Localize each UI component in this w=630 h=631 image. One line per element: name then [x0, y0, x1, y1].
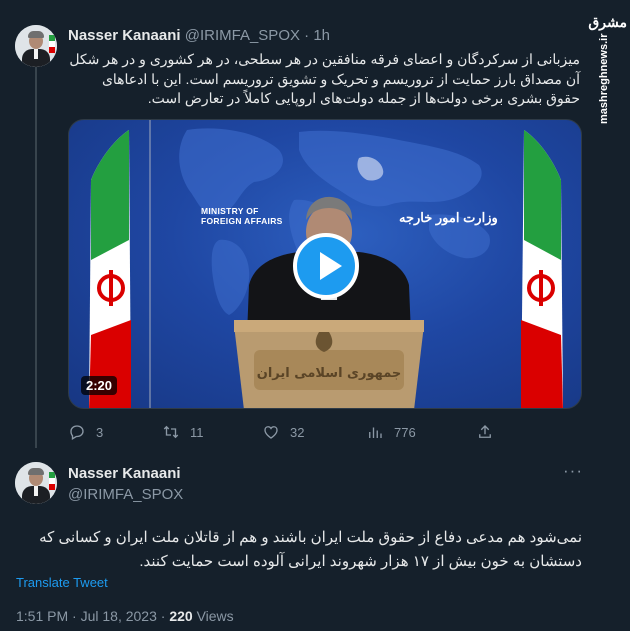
tweet-header: Nasser Kanaani @IRIMFA_SPOX · 1h: [68, 27, 330, 44]
views-total: 220: [169, 608, 193, 624]
views-button[interactable]: 776: [366, 422, 416, 442]
translate-tweet-link[interactable]: Translate Tweet: [16, 575, 108, 590]
reply-icon: [70, 425, 84, 440]
like-button[interactable]: 32: [262, 422, 304, 442]
tweet-first[interactable]: Nasser Kanaani @IRIMFA_SPOX · 1h میزبانی…: [0, 0, 630, 450]
author-avatar-2[interactable]: [15, 462, 57, 504]
share-icon: [479, 425, 491, 438]
views-count: 776: [394, 424, 416, 440]
author-name[interactable]: Nasser Kanaani: [68, 27, 181, 44]
like-count: 32: [290, 424, 305, 440]
tweet-text: میزبانی از سرکردگان و اعضای فرقه منافقین…: [69, 51, 580, 106]
views-icon: [369, 427, 382, 438]
share-button[interactable]: [476, 422, 504, 442]
author-avatar[interactable]: [15, 25, 57, 67]
video-player[interactable]: جمهوری اسلامی ایران MINISTRY OF FOREIGN …: [68, 119, 582, 409]
retweet-icon: [163, 425, 179, 439]
tweet-time[interactable]: 1h: [313, 27, 330, 44]
svg-text:جمهوری اسلامی ایران: جمهوری اسلامی ایران: [257, 366, 402, 381]
play-button[interactable]: [293, 233, 359, 299]
watermark-url: mashreghnews.ir: [598, 33, 610, 124]
author-handle-2[interactable]: @IRIMFA_SPOX: [68, 486, 183, 503]
video-duration: 2:20: [81, 376, 118, 395]
ministry-sign-english: MINISTRY OF FOREIGN AFFAIRS: [201, 206, 283, 226]
retweet-button[interactable]: 11: [162, 422, 204, 442]
tweet-metadata: 1:51 PM · Jul 18, 2023 · 220 Views: [16, 608, 234, 624]
separator-dot: ·: [304, 27, 310, 44]
author-name-2[interactable]: Nasser Kanaani: [68, 465, 181, 482]
play-icon: [320, 252, 342, 280]
like-icon: [264, 426, 278, 439]
reply-button[interactable]: 3: [68, 422, 103, 442]
views-label: Views: [196, 608, 234, 624]
more-icon[interactable]: ···: [563, 462, 583, 484]
thread-connector-line: [35, 66, 37, 448]
ministry-sign-persian: وزارت امور خارجه: [399, 210, 498, 225]
tweet-timestamp[interactable]: 1:51 PM · Jul 18, 2023 ·: [16, 608, 165, 624]
tweet-actions-bar: 3 11 32 776: [68, 422, 498, 442]
watermark-logo: مشرق: [588, 14, 627, 30]
reply-count: 3: [96, 424, 104, 440]
retweet-count: 11: [190, 424, 204, 440]
tweet-text-2: نمی‌شود هم مدعی دفاع از حقوق ملت ایران ب…: [39, 529, 582, 570]
author-handle[interactable]: @IRIMFA_SPOX: [185, 27, 300, 44]
